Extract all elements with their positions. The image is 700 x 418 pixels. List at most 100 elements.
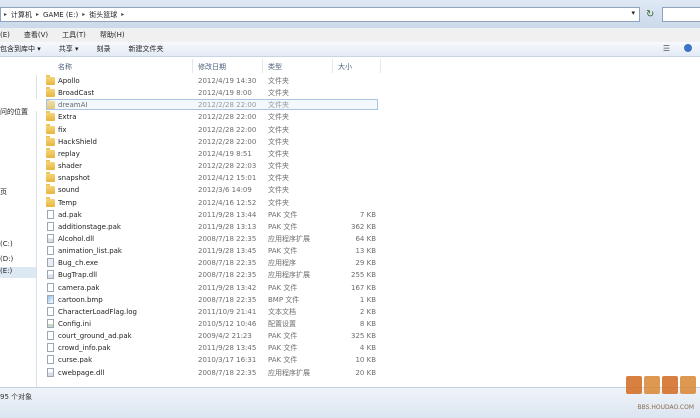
file-row[interactable]: Extra 2012/2/28 22:00 文件夹 (36, 111, 700, 123)
file-size: 7 KB (359, 210, 376, 219)
menu-view[interactable]: 查看(V) (24, 30, 48, 40)
file-name: Extra (58, 113, 77, 122)
menu-help[interactable]: 帮助(H) (100, 30, 125, 40)
file-size: 2 KB (359, 307, 376, 316)
menu-bar: (E) 查看(V) 工具(T) 帮助(H) (0, 28, 700, 42)
file-row[interactable]: crowd_info.pak 2011/9/28 13:45 PAK 文件 4 KB (36, 342, 700, 354)
nav-item-drive-d[interactable]: (D:) (0, 255, 13, 263)
folder-icon (46, 123, 55, 134)
breadcrumb-drive[interactable]: GAME (E:) (43, 11, 78, 19)
watermark-logo-graphic (626, 376, 696, 394)
file-date: 2008/7/18 22:35 (198, 259, 257, 268)
menu-edit[interactable]: (E) (0, 31, 10, 39)
file-row[interactable]: camera.pak 2011/9/28 13:42 PAK 文件 167 KB (36, 282, 700, 294)
file-type: 应用程序扩展 (268, 271, 310, 280)
nav-item-recent-places[interactable]: 问的位置 (0, 107, 28, 117)
folder-icon (46, 99, 55, 110)
file-row[interactable]: ad.pak 2011/9/28 13:44 PAK 文件 7 KB (36, 209, 700, 221)
burn-button[interactable]: 刻录 (97, 44, 111, 54)
file-name: snapshot (58, 174, 90, 183)
breadcrumb-folder[interactable]: 街头篮球 (89, 10, 117, 20)
menu-tools[interactable]: 工具(T) (62, 30, 86, 40)
file-row[interactable]: shader 2012/2/28 22:03 文件夹 (36, 160, 700, 172)
file-row[interactable]: sound 2012/3/6 14:09 文件夹 (36, 184, 700, 196)
file-row[interactable]: Bug_ch.exe 2008/7/18 22:35 应用程序 29 KB (36, 257, 700, 269)
file-row[interactable]: HackShield 2012/2/28 22:00 文件夹 (36, 135, 700, 148)
new-folder-button[interactable]: 新建文件夹 (129, 44, 164, 54)
file-size: 362 KB (351, 222, 376, 231)
breadcrumb-separator[interactable]: ▸ (82, 11, 85, 18)
column-header-type[interactable]: 类型 (268, 62, 282, 72)
folder-icon (46, 75, 55, 85)
file-icon (47, 355, 54, 365)
nav-item-drive-e[interactable]: (E:) (0, 267, 36, 278)
file-size: 4 KB (359, 344, 376, 353)
include-in-library-button[interactable]: 包含到库中 ▾ (0, 44, 41, 54)
nav-item-drive-c[interactable]: (C:) (0, 240, 13, 248)
file-row[interactable]: cwebpage.dll 2008/7/18 22:35 应用程序扩展 20 KB (36, 367, 700, 379)
file-date: 2011/9/28 13:13 (198, 222, 257, 231)
file-row[interactable]: fix 2012/2/28 22:00 文件夹 (36, 123, 700, 136)
file-row[interactable]: BroadCast 2012/4/19 8:00 文件夹 (36, 87, 700, 99)
file-size: 255 KB (351, 271, 376, 280)
share-button[interactable]: 共享 ▾ (59, 44, 79, 54)
search-input[interactable] (662, 7, 700, 22)
file-type: PAK 文件 (268, 344, 298, 353)
breadcrumb-separator[interactable]: ▸ (36, 11, 39, 18)
change-view-icon[interactable]: ☰ (663, 44, 670, 53)
column-divider[interactable] (380, 59, 381, 73)
address-dropdown-icon[interactable]: ▾ (631, 9, 635, 17)
file-row[interactable]: Temp 2012/4/16 12:52 文件夹 (36, 196, 700, 209)
file-icon (47, 221, 54, 231)
file-row[interactable]: dreamAI 2012/2/28 22:00 文件夹 (36, 99, 700, 112)
column-header-size[interactable]: 大小 (338, 62, 352, 72)
file-row[interactable]: Apollo 2012/4/19 14:30 文件夹 (36, 75, 700, 87)
folder-icon (46, 87, 55, 98)
file-name: BugTrap.dll (58, 271, 98, 280)
address-bar[interactable]: ▸ 计算机 ▸ GAME (E:) ▸ 街头篮球 ▸ ▾ (0, 7, 640, 22)
file-icon (47, 294, 54, 304)
file-size: 10 KB (355, 356, 376, 365)
column-divider[interactable] (262, 59, 263, 73)
column-header-date[interactable]: 修改日期 (198, 62, 226, 72)
file-name: cwebpage.dll (58, 368, 105, 377)
file-row[interactable]: replay 2012/4/19 8:51 文件夹 (36, 147, 700, 160)
column-divider[interactable] (192, 59, 193, 73)
file-row[interactable]: Alcohol.dll 2008/7/18 22:35 应用程序扩展 64 KB (36, 233, 700, 245)
file-row[interactable]: animation_list.pak 2011/9/28 13:45 PAK 文件 1… (36, 245, 700, 257)
file-row[interactable]: curse.pak 2010/3/17 16:31 PAK 文件 10 KB (36, 354, 700, 366)
file-name: curse.pak (58, 356, 93, 365)
file-date: 2010/5/12 10:46 (198, 320, 257, 328)
breadcrumb-separator[interactable]: ▸ (121, 11, 124, 18)
breadcrumb-computer[interactable]: 计算机 (11, 10, 32, 20)
refresh-icon[interactable]: ↻ (646, 9, 657, 20)
file-row[interactable]: BugTrap.dll 2008/7/18 22:35 应用程序扩展 255 KB (36, 269, 700, 281)
file-name: cartoon.bmp (58, 295, 103, 304)
file-row[interactable]: cartoon.bmp 2008/7/18 22:35 BMP 文件 1 KB (36, 294, 700, 306)
file-row[interactable]: additionstage.pak 2011/9/28 13:13 PAK 文件 36… (36, 221, 700, 233)
file-type: 应用程序 (268, 259, 296, 268)
file-name: crowd_info.pak (58, 344, 111, 353)
file-date: 2012/2/28 22:00 (198, 125, 257, 134)
file-size: 13 KB (355, 247, 376, 256)
file-name: Apollo (58, 77, 80, 85)
column-header-name[interactable]: 名称 (58, 62, 72, 72)
file-row[interactable]: CharacterLoadFlag.log 2011/10/9 21:41 文本文档… (36, 306, 700, 318)
file-type: 应用程序扩展 (268, 368, 310, 377)
file-row[interactable]: Config.ini 2010/5/12 10:46 配置设置 8 KB (36, 318, 700, 330)
nav-item-page[interactable]: 页 (0, 187, 7, 197)
file-name: Temp (58, 198, 77, 207)
file-row[interactable]: court_ground_ad.pak 2009/4/2 21:23 PAK 文件 3… (36, 330, 700, 342)
file-type: 文本文档 (268, 307, 296, 316)
file-name: court_ground_ad.pak (58, 332, 132, 341)
breadcrumb-separator[interactable]: ▸ (4, 11, 7, 18)
column-divider[interactable] (332, 59, 333, 73)
file-size: 1 KB (359, 295, 376, 304)
file-icon (47, 331, 54, 341)
help-icon[interactable] (684, 44, 692, 52)
file-size: 29 KB (355, 259, 376, 268)
file-type: PAK 文件 (268, 332, 298, 341)
file-name: replay (58, 149, 80, 158)
file-type: 文件夹 (268, 149, 289, 158)
file-row[interactable]: snapshot 2012/4/12 15:01 文件夹 (36, 172, 700, 184)
